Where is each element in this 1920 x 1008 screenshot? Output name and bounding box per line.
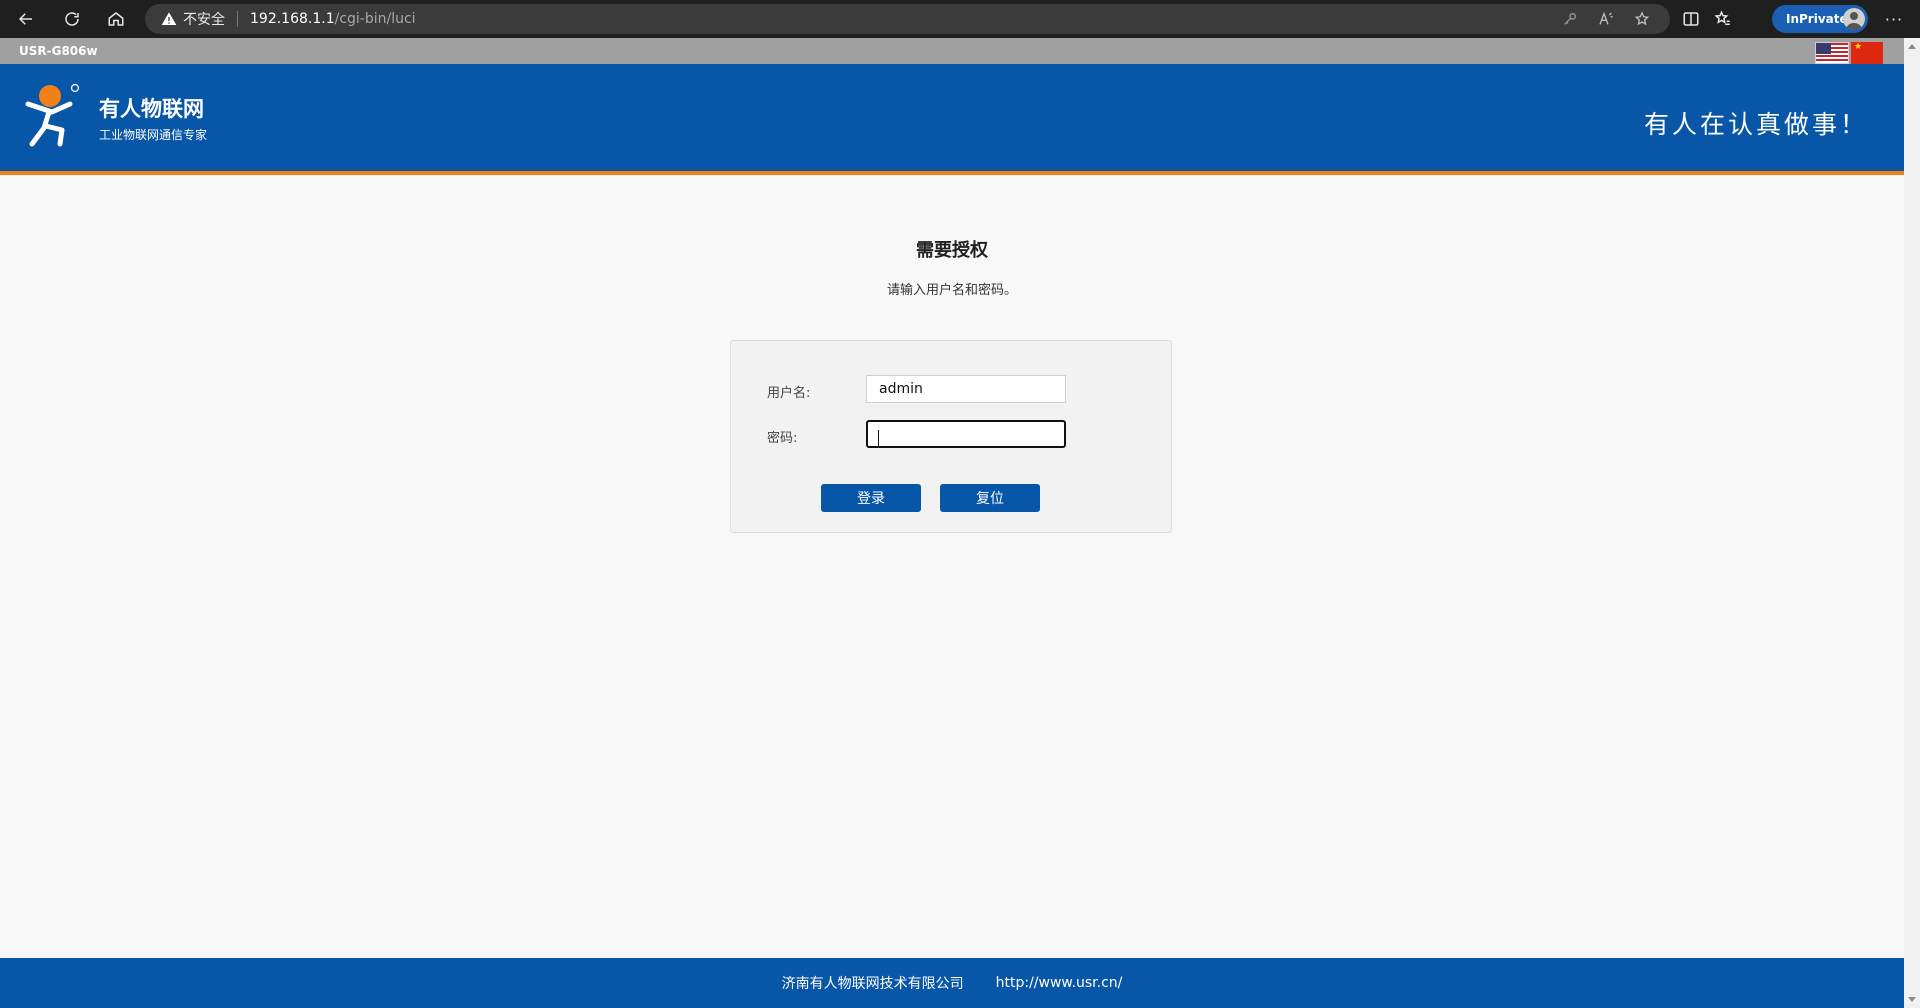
- toolbar-icons: [1682, 4, 1732, 34]
- scroll-down-icon[interactable]: [1908, 997, 1916, 1002]
- brand-subtitle: 工业物联网通信专家: [99, 128, 208, 142]
- site-header: 有人物联网 工业物联网通信专家 有人在认真做事！: [0, 64, 1904, 175]
- username-input[interactable]: [866, 375, 1066, 403]
- split-screen-icon[interactable]: [1682, 10, 1700, 28]
- url-host: 192.168.1.1: [250, 11, 335, 27]
- more-button[interactable]: ···: [1878, 5, 1910, 33]
- top-strip: USR-G806w ★: [0, 38, 1904, 64]
- address-separator: [237, 11, 238, 27]
- favorite-add-icon[interactable]: [1634, 11, 1650, 27]
- device-name: USR-G806w: [19, 44, 98, 58]
- auth-description: 请输入用户名和密码。: [886, 283, 1017, 298]
- scroll-up-icon[interactable]: [1908, 44, 1916, 49]
- password-input[interactable]: [866, 420, 1066, 448]
- back-button[interactable]: [8, 3, 44, 35]
- login-button[interactable]: 登录: [821, 484, 921, 512]
- chinese-flag-icon[interactable]: ★: [1851, 42, 1883, 64]
- read-aloud-icon[interactable]: [1598, 11, 1614, 27]
- home-icon: [108, 12, 124, 26]
- security-indicator[interactable]: 不安全: [161, 9, 225, 29]
- login-form: 用户名: 密码: 登录 复位: [730, 340, 1172, 533]
- refresh-button[interactable]: [54, 3, 90, 35]
- back-icon: [18, 13, 32, 25]
- refresh-icon: [65, 12, 79, 26]
- footer-company: 济南有人物联网技术有限公司: [781, 976, 964, 992]
- warning-icon: [161, 12, 177, 25]
- profile-icon: [1846, 12, 1862, 30]
- home-button[interactable]: [98, 3, 134, 35]
- inprivate-button[interactable]: InPrivate: [1772, 5, 1868, 33]
- address-actions: [1562, 4, 1670, 34]
- footer-url[interactable]: http://www.usr.cn/: [996, 975, 1123, 991]
- vertical-scrollbar[interactable]: [1904, 38, 1920, 1008]
- site-footer: 济南有人物联网技术有限公司 http://www.usr.cn/: [0, 958, 1904, 1008]
- brand-name: 有人物联网: [99, 97, 204, 121]
- key-icon[interactable]: [1562, 11, 1578, 27]
- username-label: 用户名:: [767, 386, 811, 401]
- slogan: 有人在认真做事！: [1643, 110, 1868, 139]
- password-label: 密码:: [767, 431, 798, 446]
- security-label: 不安全: [183, 12, 225, 28]
- auth-title: 需要授权: [916, 240, 988, 261]
- text-cursor: [878, 430, 879, 446]
- web-page: USR-G806w ★ 有人物联网 工业物联网通信专家 有人在认真做事！ 需要授…: [0, 38, 1904, 1008]
- english-flag-icon[interactable]: [1815, 42, 1849, 64]
- reset-button[interactable]: 复位: [940, 484, 1040, 512]
- inprivate-label: InPrivate: [1786, 12, 1848, 26]
- usr-logo-icon: [25, 83, 80, 147]
- favorites-icon[interactable]: [1714, 10, 1732, 28]
- url-path: /cgi-bin/luci: [334, 11, 416, 27]
- address-bar[interactable]: 不安全 192.168.1.1 /cgi-bin/luci: [145, 4, 1670, 34]
- browser-toolbar: 不安全 192.168.1.1 /cgi-bin/luci InPrivate …: [0, 0, 1920, 38]
- avatar: [1843, 8, 1865, 30]
